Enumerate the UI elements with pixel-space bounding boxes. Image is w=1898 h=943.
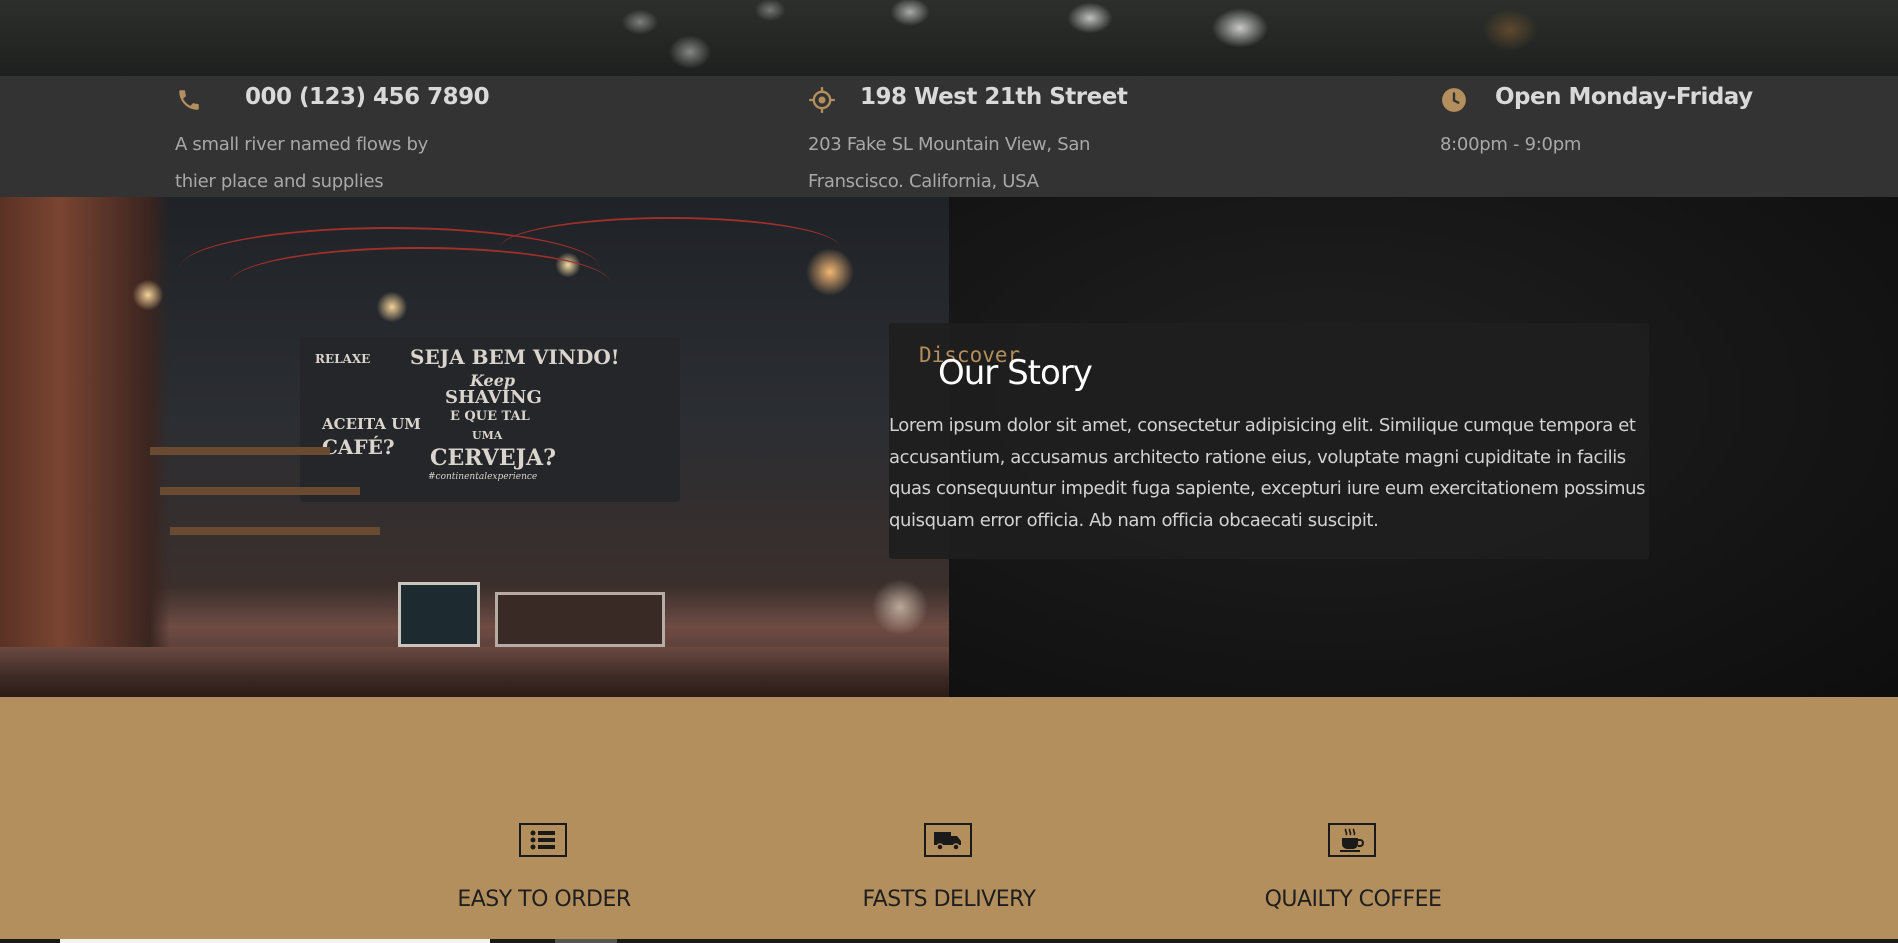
phone-icon [175,86,203,114]
cafe-interior-photo: SEJA BEM VINDO! Keep SHAVING E QUE TAL U… [0,197,949,697]
coffee-cup-icon [1328,823,1376,857]
wall-shelf [150,447,330,455]
list-icon [519,823,567,857]
address-line-2: Franscisco. California, USA [808,171,1039,192]
hours-description: 8:00pm - 9:0pm [1440,126,1740,163]
sign-text: RELAXE [315,352,371,366]
address-description: 203 Fake SL Mountain View, San Franscisc… [808,126,1108,200]
hours-line-1: 8:00pm - 9:0pm [1440,134,1582,155]
sign-text: #continentalexperience [428,472,538,482]
bar-counter [0,647,949,697]
light-wire [500,217,840,279]
features-section: EASY TO ORDER FASTS DELIVERY QUAILTY COF… [0,697,1898,943]
drinks-fridge [398,582,480,647]
chalkboard-sign: SEJA BEM VINDO! Keep SHAVING E QUE TAL U… [300,337,680,502]
contact-info-bar: 000 (123) 456 7890 A small river named f… [0,76,1898,197]
sign-text: UMA [472,429,503,442]
bottom-edge-light [60,939,490,943]
bottom-edge-strip [0,939,1898,943]
phone-title: 000 (123) 456 7890 [245,84,490,110]
story-title: Our Story [938,353,1093,393]
phone-line-2: thier place and supplies [175,171,384,192]
location-icon [808,86,836,114]
counter-cabinet [495,592,665,647]
feature-label: QUAILTY COFFEE [1264,887,1442,912]
truck-icon [924,823,972,857]
address-line-1: 203 Fake SL Mountain View, San [808,134,1091,155]
phone-description: A small river named flows by thier place… [175,126,475,200]
wall-shelf [160,487,360,495]
address-title: 198 West 21th Street [860,84,1128,110]
sign-text: CAFÉ? [322,435,395,459]
sign-text: SEJA BEM VINDO! [410,345,620,369]
hours-title: Open Monday-Friday [1495,84,1753,110]
sign-text: ACEITA UM [322,415,421,433]
sign-text: SHAVING [445,387,542,408]
bottom-edge-mid [555,939,617,943]
wall-shelf [170,527,380,535]
story-paragraph: Lorem ipsum dolor sit amet, consectetur … [889,415,1646,531]
sign-text: CERVEJA? [430,445,556,471]
clock-icon [1440,86,1468,114]
sign-text: E QUE TAL [450,409,530,424]
feature-label: FASTS DELIVERY [862,887,1036,912]
phone-line-1: A small river named flows by [175,134,428,155]
hero-background-strip [0,0,1898,76]
feature-label: EASY TO ORDER [457,887,631,912]
